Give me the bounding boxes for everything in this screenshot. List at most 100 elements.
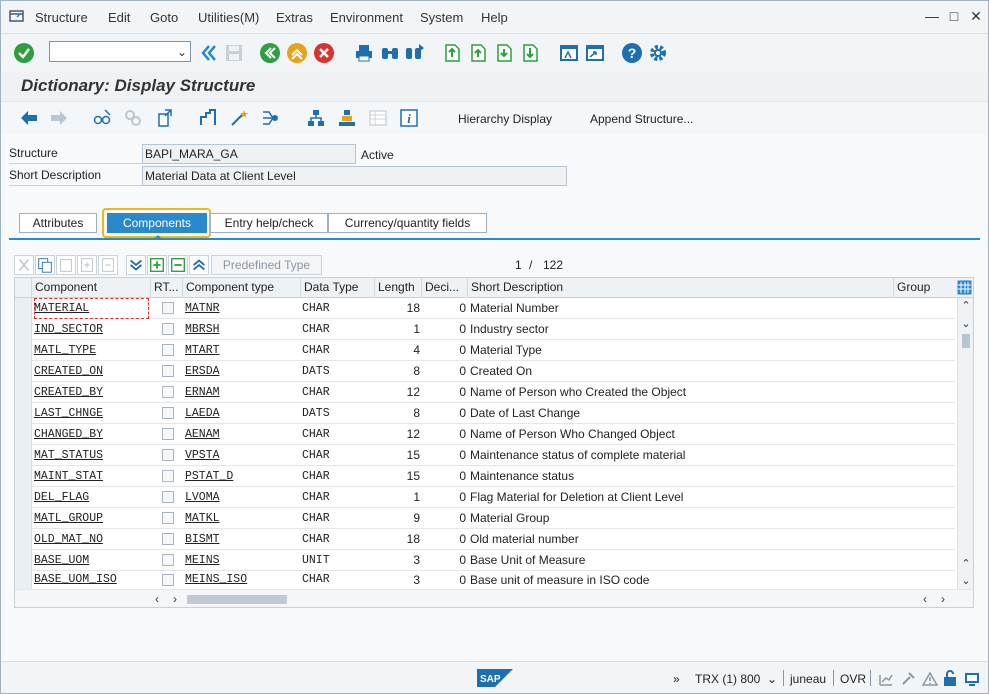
col-rt[interactable]: RT... [151,278,183,298]
row-selector[interactable] [15,550,32,571]
rt-checkbox[interactable] [162,449,174,461]
expand-structure-icon[interactable] [147,255,167,275]
shortcut-icon[interactable] [584,42,606,64]
col-decimals[interactable]: Deci... [422,278,468,298]
row-selector[interactable] [15,361,32,382]
component-type-cell[interactable]: ERNAM [185,382,299,403]
collapse-structure-icon[interactable] [168,255,188,275]
tab-entry-help[interactable]: Entry help/check [210,213,328,233]
insert-row-icon[interactable] [77,255,97,275]
scroll-down-icon[interactable]: ⌄ [960,318,972,330]
horizontal-scroll-thumb[interactable] [187,595,287,604]
component-cell[interactable]: MATERIAL [34,298,149,319]
where-used-icon[interactable] [261,108,281,128]
append-structure-button[interactable]: Append Structure... [590,112,693,126]
component-type-cell[interactable]: PSTAT_D [185,466,299,487]
col-length[interactable]: Length [375,278,422,298]
predefined-type-button[interactable]: Predefined Type [211,255,322,275]
row-selector[interactable] [15,445,32,466]
chevron-down-icon[interactable]: ⌄ [177,45,187,59]
component-type-cell[interactable]: ERSDA [185,361,299,382]
tab-attributes[interactable]: Attributes [19,213,97,233]
row-selector[interactable] [15,508,32,529]
table-row[interactable]: CREATED_BY ERNAM CHAR 12 0 Name of Perso… [15,382,955,403]
component-type-cell[interactable]: MTART [185,340,299,361]
monitor-icon[interactable] [964,671,980,687]
col-short-description[interactable]: Short Description [468,278,894,298]
table-row[interactable]: LAST_CHNGE LAEDA DATS 8 0 Date of Last C… [15,403,955,424]
table-row[interactable]: OLD_MAT_NO BISMT CHAR 18 0 Old material … [15,529,955,550]
table-row[interactable]: MATERIAL MATNR CHAR 18 0 Material Number [15,298,955,319]
menu-app-icon[interactable] [9,9,25,23]
menu-environment[interactable]: Environment [330,10,403,25]
print-icon[interactable] [353,42,375,64]
component-type-cell[interactable]: MATNR [185,298,299,319]
maximize-icon[interactable]: □ [946,8,962,24]
rt-checkbox[interactable] [162,512,174,524]
scroll-up-icon[interactable]: ⌃ [960,300,972,312]
menu-structure[interactable]: Structure [35,10,88,25]
component-type-cell[interactable]: BISMT [185,529,299,550]
row-selector[interactable] [15,298,32,319]
menu-utilities[interactable]: Utilities(M) [198,10,259,25]
check-object-icon[interactable] [156,108,176,128]
warning-icon[interactable] [922,671,938,687]
table-row[interactable]: MAINT_STAT PSTAT_D CHAR 15 0 Maintenance… [15,466,955,487]
menu-goto[interactable]: Goto [150,10,178,25]
component-cell[interactable]: CREATED_BY [34,382,149,403]
row-selector[interactable] [15,382,32,403]
menu-help[interactable]: Help [481,10,508,25]
table-row[interactable]: MAT_STATUS VPSTA CHAR 15 0 Maintenance s… [15,445,955,466]
rt-checkbox[interactable] [162,533,174,545]
table-row[interactable]: BASE_UOM_ISO MEINS_ISO CHAR 3 0 Base uni… [15,571,955,589]
last-page-icon[interactable] [519,42,541,64]
component-type-cell[interactable]: MEINS_ISO [185,571,299,589]
arrow-right-icon[interactable] [49,108,69,128]
component-cell[interactable]: BASE_UOM_ISO [34,571,149,589]
cut-icon[interactable] [14,255,34,275]
component-type-cell[interactable]: AENAM [185,424,299,445]
save-icon[interactable] [223,42,245,64]
component-cell[interactable]: OLD_MAT_NO [34,529,149,550]
table-row[interactable]: CHANGED_BY AENAM CHAR 12 0 Name of Perso… [15,424,955,445]
col-component-type[interactable]: Component type [183,278,301,298]
vertical-scrollbar[interactable]: ⌃ ⌄ ⌃ ⌄ [957,298,973,589]
scroll-right-icon[interactable]: › [173,592,177,606]
other-object-icon[interactable] [123,108,143,128]
help-icon[interactable]: ? [621,42,643,64]
object-list-icon[interactable] [306,108,326,128]
exit-icon[interactable] [286,42,308,64]
new-session-icon[interactable] [558,42,580,64]
find-next-icon[interactable] [403,42,425,64]
hierarchy-display-button[interactable]: Hierarchy Display [458,112,552,126]
minimize-icon[interactable]: — [924,8,940,24]
rt-checkbox[interactable] [162,574,174,586]
menu-system[interactable]: System [420,10,463,25]
scroll-right-end-icon[interactable]: › [941,592,945,606]
rt-checkbox[interactable] [162,407,174,419]
collapse-all-icon[interactable] [189,255,209,275]
display-object-list-icon[interactable] [337,108,357,128]
row-selector[interactable] [15,403,32,424]
table-row[interactable]: CREATED_ON ERSDA DATS 8 0 Created On [15,361,955,382]
component-type-cell[interactable]: MATKL [185,508,299,529]
row-selector[interactable] [15,340,32,361]
component-cell[interactable]: MATL_TYPE [34,340,149,361]
vertical-scroll-thumb[interactable] [962,334,970,348]
horizontal-scrollbar[interactable]: ‹ › ‹ › [15,589,973,607]
back-icon[interactable] [259,42,281,64]
close-window-icon[interactable]: ✕ [968,8,984,24]
rt-checkbox[interactable] [162,323,174,335]
component-cell[interactable]: CHANGED_BY [34,424,149,445]
double-chevron-left-icon[interactable] [198,42,220,64]
delete-row-icon[interactable] [98,255,118,275]
short-description-field[interactable]: Material Data at Client Level [142,166,567,186]
page-down-icon[interactable]: ⌄ [960,575,972,587]
menu-edit[interactable]: Edit [108,10,130,25]
select-all-header[interactable] [15,278,32,298]
rt-checkbox[interactable] [162,470,174,482]
tools-icon[interactable] [900,671,916,687]
component-cell[interactable]: LAST_CHNGE [34,403,149,424]
table-row[interactable]: BASE_UOM MEINS UNIT 3 0 Base Unit of Mea… [15,550,955,571]
table-row[interactable]: MATL_GROUP MATKL CHAR 9 0 Material Group [15,508,955,529]
